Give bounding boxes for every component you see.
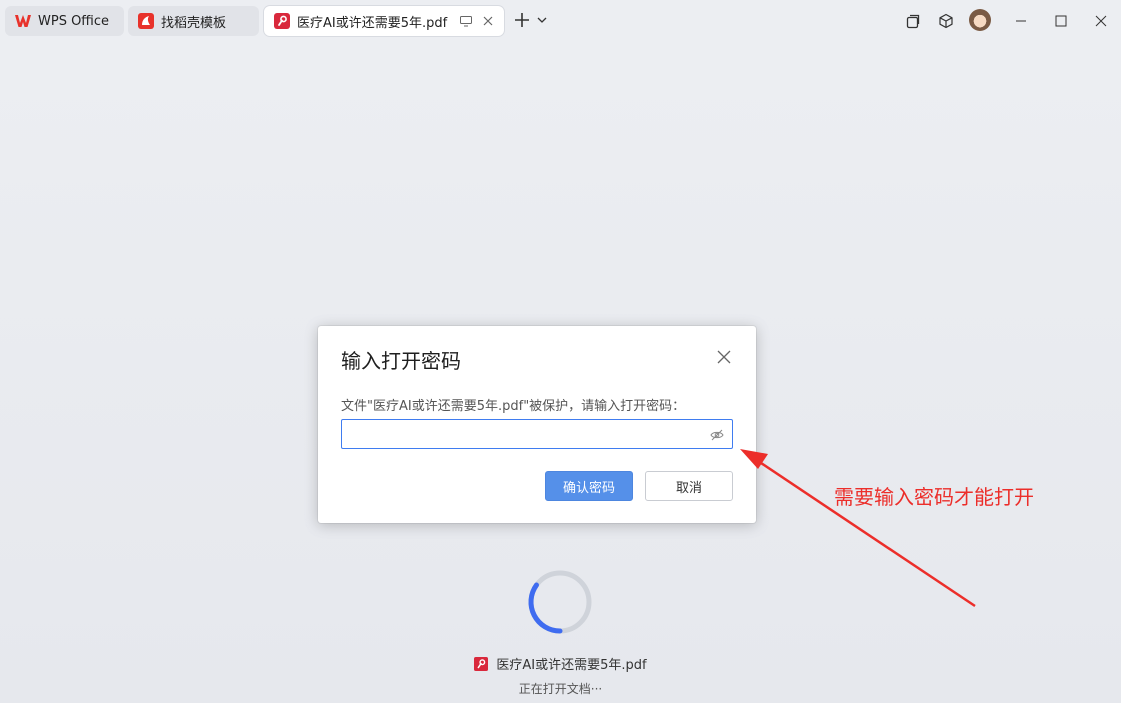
docer-icon [138,13,154,29]
copy-window-icon [906,14,920,29]
loading-status: 正在打开文档··· [518,682,603,696]
pdf-icon [274,13,290,29]
eye-off-icon[interactable] [709,427,725,443]
monitor-icon[interactable] [458,13,474,29]
tab-pdf-document[interactable]: 医疗AI或许还需要5年.pdf [264,6,504,36]
confirm-password-button[interactable]: 确认密码 [545,471,633,501]
loading-spinner [528,570,592,634]
cube-icon [939,13,953,29]
tab-wps-office[interactable]: WPS Office [5,6,124,36]
close-tab-icon[interactable] [480,13,496,29]
dialog-title: 输入打开密码 [341,349,461,373]
close-icon [717,350,731,364]
title-bar: WPS Office 找稻壳模板 医疗AI或许还需要5年.pdf [0,0,1121,42]
tab-docer-templates[interactable]: 找稻壳模板 [128,6,259,36]
window-mode-button[interactable] [903,11,923,31]
pdf-icon [474,656,489,671]
maximize-icon [1055,15,1067,27]
close-window-button[interactable] [1091,11,1111,31]
tab-label: WPS Office [38,13,110,29]
plus-icon [515,13,529,27]
wps-logo-icon [15,13,31,29]
minimize-icon [1016,20,1026,22]
password-input[interactable] [348,423,702,447]
app-center-button[interactable] [936,11,956,31]
dialog-close-button[interactable] [715,348,733,366]
dialog-message: 文件"医疗AI或许还需要5年.pdf"被保护，请输入打开密码： [341,399,686,414]
loading-file: 医疗AI或许还需要5年.pdf [0,654,1121,673]
maximize-button[interactable] [1051,11,1071,31]
password-field[interactable] [341,419,733,449]
new-tab-dropdown[interactable] [535,13,549,27]
password-dialog: 输入打开密码 文件"医疗AI或许还需要5年.pdf"被保护，请输入打开密码： 确… [318,326,756,523]
annotation-text: 需要输入密码才能打开 [834,485,1034,509]
close-icon [1095,15,1107,27]
user-avatar[interactable] [969,9,991,31]
loading-file-name: 医疗AI或许还需要5年.pdf [496,658,647,673]
tab-label: 医疗AI或许还需要5年.pdf [297,15,448,31]
cancel-button[interactable]: 取消 [645,471,733,501]
chevron-down-icon [537,17,547,23]
new-tab-button[interactable] [512,10,532,30]
minimize-button[interactable] [1011,11,1031,31]
tab-label: 找稻壳模板 [161,15,227,31]
